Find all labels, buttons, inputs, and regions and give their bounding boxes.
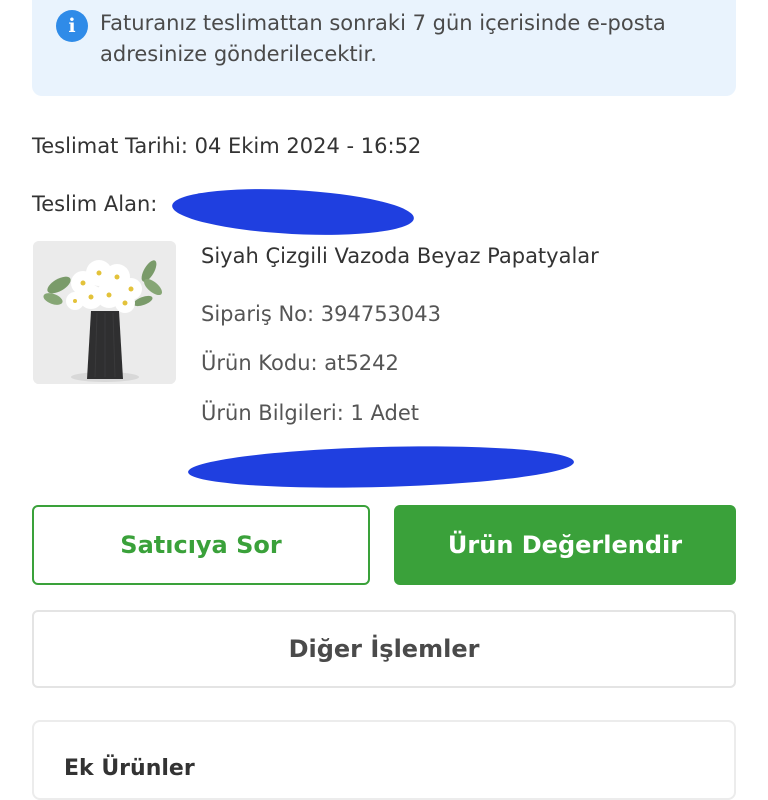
order-number: Sipariş No: 394753043 xyxy=(201,302,442,326)
invoice-info-text: Faturanız teslimattan sonraki 7 gün içer… xyxy=(100,11,666,66)
extras-section: Ek Ürünler xyxy=(32,720,736,800)
redaction-mark xyxy=(187,441,575,493)
ask-seller-button[interactable]: Satıcıya Sor xyxy=(32,505,370,585)
product-code: Ürün Kodu: at5242 xyxy=(201,351,399,375)
info-icon: i xyxy=(56,10,88,42)
invoice-info-banner: i Faturanız teslimattan sonraki 7 gün iç… xyxy=(32,0,736,96)
product-title[interactable]: Siyah Çizgili Vazoda Beyaz Papatyalar xyxy=(201,244,599,268)
product-info: Ürün Bilgileri: 1 Adet xyxy=(201,401,420,425)
other-actions-button[interactable]: Diğer İşlemler xyxy=(32,610,736,688)
receiver-label: Teslim Alan: xyxy=(32,192,158,216)
delivery-date: Teslimat Tarihi: 04 Ekim 2024 - 16:52 xyxy=(32,134,422,158)
product-image[interactable] xyxy=(33,241,176,384)
extras-title: Ek Ürünler xyxy=(64,756,195,781)
redaction-mark xyxy=(171,183,415,241)
daisies-in-black-vase-image xyxy=(33,241,176,384)
rate-product-button[interactable]: Ürün Değerlendir xyxy=(394,505,736,585)
